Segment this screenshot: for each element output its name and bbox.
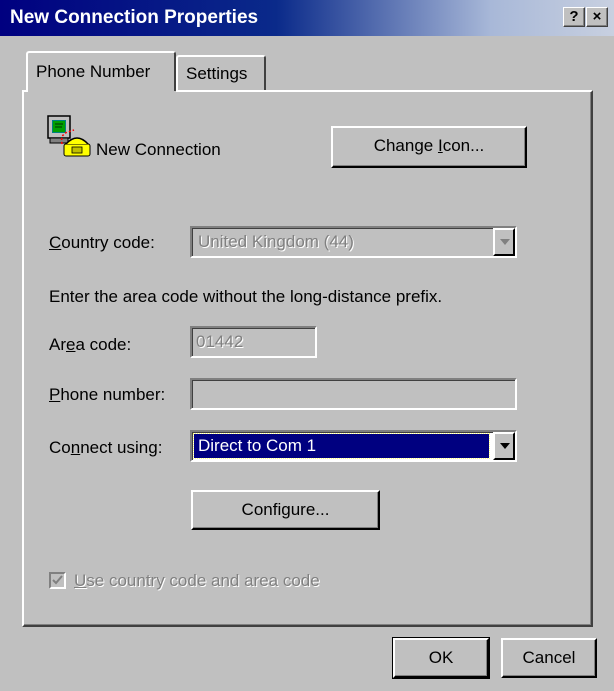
ok-button[interactable]: OK [392, 637, 490, 679]
country-code-label-text: ountry code: [61, 233, 155, 252]
country-code-dropdown-button[interactable] [493, 228, 515, 256]
area-code-input[interactable]: 01442 [190, 326, 317, 358]
chevron-down-icon [500, 443, 510, 449]
window-title: New Connection Properties [10, 7, 259, 28]
phone-number-input[interactable] [190, 378, 517, 410]
area-code-label-post: a code: [75, 335, 132, 354]
close-button[interactable]: × [586, 7, 608, 27]
cancel-button[interactable]: Cancel [501, 638, 597, 678]
phone-number-mnemonic: P [49, 385, 61, 404]
modem-telephone-icon [46, 114, 94, 160]
tab-panel: New Connection Change Icon... Country co… [22, 90, 593, 627]
tab-phone-number[interactable]: Phone Number [26, 51, 176, 91]
change-icon-label-post: con... [442, 136, 485, 155]
tab-settings[interactable]: Settings [176, 55, 266, 91]
configure-label-post: ure... [290, 500, 330, 519]
phone-number-label-text: hone number: [60, 385, 166, 404]
connection-name: New Connection [96, 140, 221, 159]
area-code-label-pre: Ar [49, 335, 66, 354]
title-bar[interactable]: New Connection Properties ? × [0, 0, 614, 36]
country-code-mnemonic: C [49, 233, 62, 252]
connect-using-mnemonic: n [70, 438, 81, 457]
connect-using-value: Direct to Com 1 [198, 436, 317, 455]
area-code-label: Area code: [49, 335, 131, 355]
area-code-value: 01442 [196, 332, 244, 351]
change-icon-button[interactable]: Change Icon... [331, 126, 527, 168]
country-code-select[interactable]: United Kingdom (44) [190, 226, 517, 258]
connect-using-selection: Direct to Com 1 [193, 433, 490, 459]
use-codes-checkbox[interactable] [49, 572, 66, 589]
configure-mnemonic: g [281, 500, 291, 519]
checkmark-icon [52, 575, 63, 585]
configure-label-pre: Confi [241, 500, 282, 519]
connect-using-label-pre: Co [49, 438, 71, 457]
dialog-window: New Connection Properties ? × Phone Numb… [0, 0, 614, 691]
tab-settings-label: Settings [186, 64, 248, 83]
connect-using-dropdown-button[interactable] [493, 432, 515, 460]
use-codes-mnemonic: U [74, 571, 87, 590]
phone-number-label: Phone number: [49, 385, 165, 405]
connect-using-label: Connect using: [49, 438, 162, 458]
country-code-label: Country code: [49, 233, 155, 253]
configure-button[interactable]: Configure... [191, 490, 380, 530]
connect-using-select[interactable]: Direct to Com 1 [190, 430, 517, 462]
country-code-value: United Kingdom (44) [198, 232, 354, 251]
use-codes-label: Use country code and area code [74, 571, 320, 591]
connect-using-label-post: nect using: [80, 438, 163, 457]
change-icon-label-pre: Change [373, 136, 438, 155]
chevron-down-icon [500, 239, 510, 245]
instruction-text: Enter the area code without the long-dis… [49, 287, 443, 306]
help-button[interactable]: ? [563, 7, 585, 27]
tab-phone-number-label: Phone Number [36, 62, 151, 81]
use-codes-label-text: se country code and area code [86, 571, 320, 590]
